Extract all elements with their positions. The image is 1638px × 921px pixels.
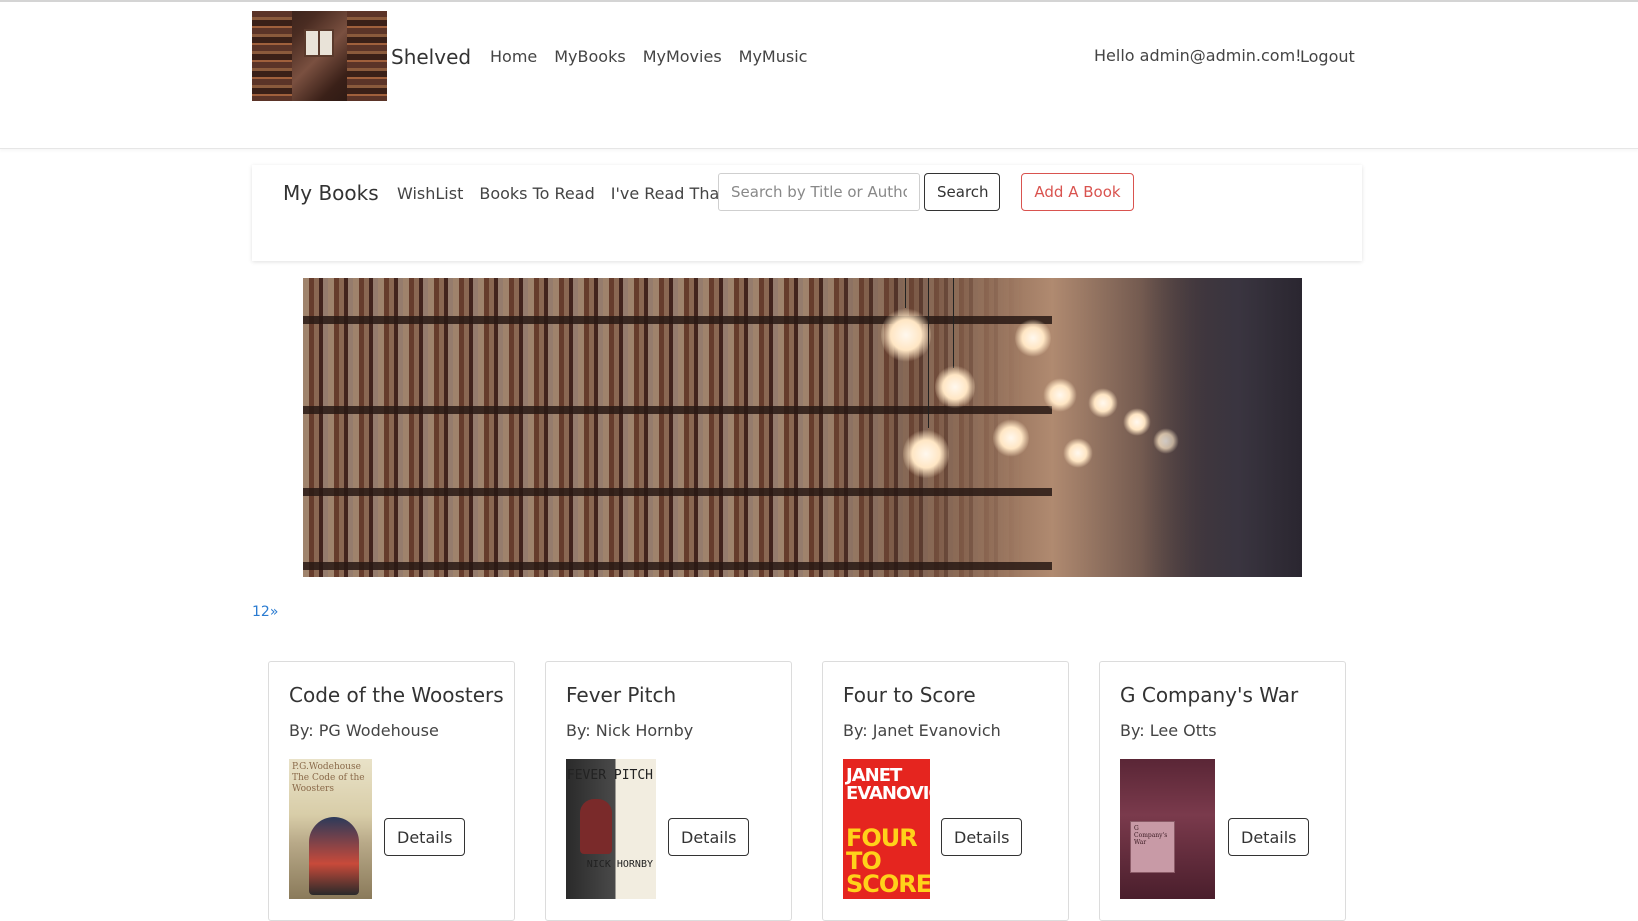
brand-name[interactable]: Shelved — [391, 45, 471, 69]
book-title: G Company's War — [1120, 683, 1299, 707]
book-author: By: Janet Evanovich — [843, 721, 1001, 740]
section-title[interactable]: My Books — [283, 181, 379, 205]
wishlist-link[interactable]: WishList — [397, 184, 463, 203]
book-cover-image[interactable]: JANET EVANOVICH FOUR TO SCORE — [843, 759, 930, 899]
add-book-button[interactable]: Add A Book — [1021, 173, 1134, 211]
next-page-link[interactable]: » — [270, 604, 279, 620]
user-greeting: Hello admin@admin.com! — [1094, 46, 1302, 65]
details-button[interactable]: Details — [1228, 818, 1310, 856]
book-card: Fever Pitch By: Nick Hornby FEVER PITCH … — [545, 661, 792, 921]
top-navbar: Shelved Home MyBooks MyMovies MyMusic He… — [0, 2, 1638, 149]
book-author: By: PG Wodehouse — [289, 721, 439, 740]
search-button[interactable]: Search — [924, 173, 1000, 211]
details-button[interactable]: Details — [668, 818, 750, 856]
book-title: Fever Pitch — [566, 683, 677, 707]
nav-mybooks[interactable]: MyBooks — [554, 47, 625, 66]
book-cover-image[interactable]: G Company's War — [1120, 759, 1215, 899]
details-button[interactable]: Details — [384, 818, 466, 856]
page-1-link[interactable]: 1 — [252, 604, 261, 620]
book-cover-image[interactable]: P.G.Wodehouse The Code of the Woosters — [289, 759, 372, 899]
book-title: Four to Score — [843, 683, 976, 707]
read-that-link[interactable]: I've Read That — [611, 184, 726, 203]
book-cover-image[interactable]: FEVER PITCH NICK HORNBY — [566, 759, 656, 899]
books-subnav: My Books WishList Books To Read I've Rea… — [252, 165, 1362, 261]
book-card: Code of the Woosters By: PG Wodehouse P.… — [268, 661, 515, 921]
book-author: By: Lee Otts — [1120, 721, 1217, 740]
details-button[interactable]: Details — [941, 818, 1023, 856]
hero-banner-image — [303, 278, 1302, 577]
search-input[interactable] — [718, 173, 920, 211]
page-2-link[interactable]: 2 — [261, 604, 270, 620]
books-filter-links: WishList Books To Read I've Read That — [397, 184, 726, 203]
book-author: By: Nick Hornby — [566, 721, 694, 740]
book-title: Code of the Woosters — [289, 683, 504, 707]
nav-mymusic[interactable]: MyMusic — [739, 47, 808, 66]
book-card: Four to Score By: Janet Evanovich JANET … — [822, 661, 1069, 921]
nav-mymovies[interactable]: MyMovies — [643, 47, 722, 66]
logout-link[interactable]: Logout — [1300, 47, 1355, 66]
pagination: 12» — [252, 604, 278, 620]
main-nav: Home MyBooks MyMovies MyMusic — [490, 47, 807, 66]
nav-home[interactable]: Home — [490, 47, 537, 66]
books-to-read-link[interactable]: Books To Read — [479, 184, 594, 203]
book-card: G Company's War By: Lee Otts G Company's… — [1099, 661, 1346, 921]
logo-image[interactable] — [252, 11, 387, 101]
